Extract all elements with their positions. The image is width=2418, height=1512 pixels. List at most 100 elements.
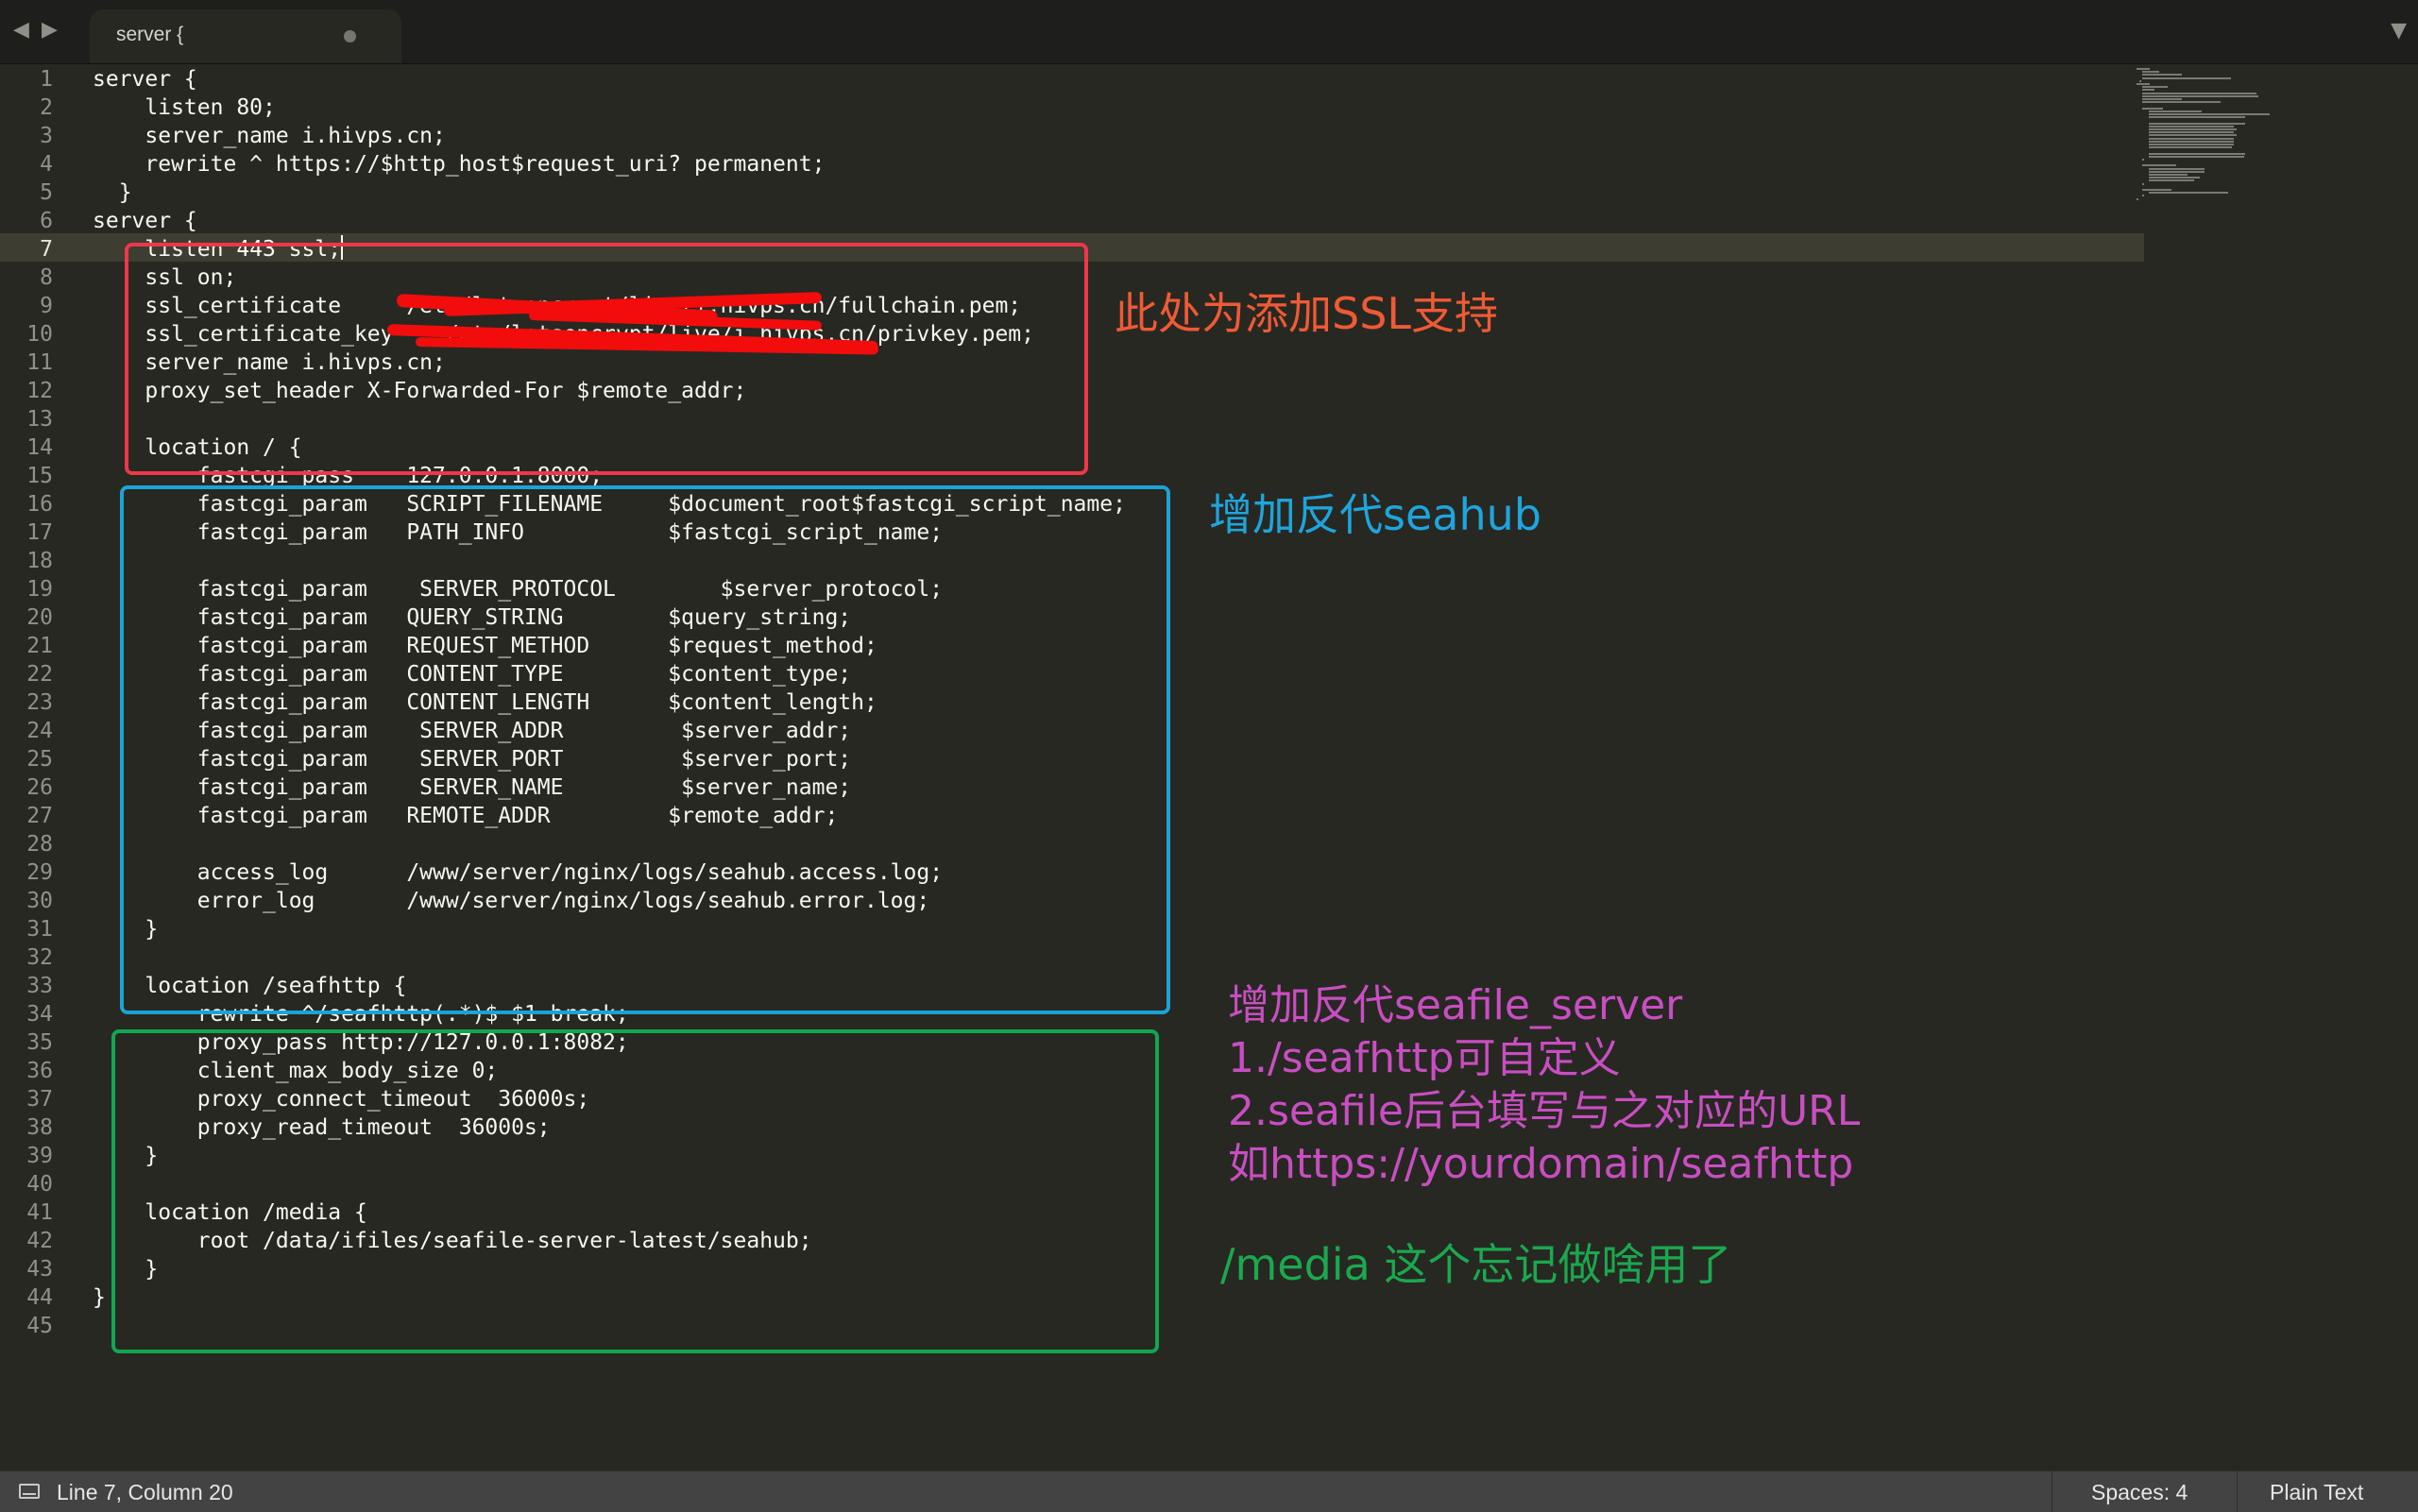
line-number: 41 <box>26 1200 53 1225</box>
indentation-selector[interactable]: Spaces: 4 <box>2091 1480 2188 1505</box>
line-number: 23 <box>26 690 53 715</box>
minimap-line <box>2137 197 2138 200</box>
line-number: 32 <box>26 945 53 970</box>
line-number: 35 <box>26 1030 53 1055</box>
line-number: 43 <box>26 1257 53 1282</box>
minimap-line <box>2148 137 2234 140</box>
tab-server[interactable]: server { <box>90 9 401 63</box>
seafile-annotation: 增加反代seafile_server 1./seafhttp可自定义 2.sea… <box>1228 979 1860 1191</box>
line-number: 44 <box>26 1285 53 1310</box>
line-number: 18 <box>26 549 53 573</box>
minimap-line <box>2148 152 2246 155</box>
minimap-line <box>2137 83 2151 85</box>
seafile-annotation-line: 1./seafhttp可自定义 <box>1228 1034 1621 1082</box>
line-number: 9 <box>40 294 53 318</box>
cursor-position: Line 7, Column 20 <box>57 1480 233 1504</box>
seahub-annotation-text: 增加反代seahub <box>1209 489 1541 540</box>
line-number: 22 <box>26 662 53 687</box>
line-number: 34 <box>26 1002 53 1027</box>
line-number: 28 <box>26 832 53 857</box>
seafile-annotation-box <box>111 1029 1159 1353</box>
minimap-line <box>2148 177 2200 179</box>
minimap[interactable] <box>2137 68 2307 257</box>
code-line: } <box>93 180 132 205</box>
minimap-line <box>2148 170 2205 173</box>
minimap-line <box>2142 101 2222 104</box>
seafile-annotation-line: 如https://yourdomain/seafhttp <box>1228 1140 1854 1188</box>
media-annotation-text: /media 这个忘记做啥用了 <box>1220 1239 1732 1290</box>
line-number: 33 <box>26 974 53 998</box>
minimap-line <box>2148 167 2205 170</box>
line-number: 42 <box>26 1229 53 1253</box>
minimap-line <box>2148 131 2234 134</box>
minimap-line <box>2148 128 2238 130</box>
line-number: 6 <box>40 209 53 233</box>
line-number: 26 <box>26 775 53 800</box>
minimap-line <box>2142 107 2163 110</box>
line-number: 3 <box>40 124 53 148</box>
unsaved-dot-icon[interactable] <box>344 30 356 42</box>
code-line: rewrite ^ https://$http_host$request_uri… <box>93 152 826 177</box>
back-arrow-icon[interactable]: ◀ <box>13 19 29 42</box>
tab-menu-icon[interactable]: ▼ <box>2391 19 2407 42</box>
minimap-line <box>2148 125 2234 127</box>
line-number: 24 <box>26 719 53 743</box>
minimap-line <box>2142 92 2256 94</box>
minimap-line <box>2142 164 2177 167</box>
line-number: 2 <box>40 95 53 120</box>
line-number: 16 <box>26 492 53 517</box>
code-line: server_name i.hivps.cn; <box>93 124 446 148</box>
code-line: server { <box>93 67 197 92</box>
line-number: 36 <box>26 1059 53 1083</box>
seafile-annotation-line: 2.seafile后台填写与之对应的URL <box>1228 1087 1861 1135</box>
code-line: listen 80; <box>93 95 276 120</box>
minimap-line <box>2148 110 2202 112</box>
line-number: 7 <box>40 237 53 262</box>
status-divider <box>2237 1471 2238 1512</box>
minimap-line <box>2148 144 2234 145</box>
line-number: 8 <box>40 265 53 290</box>
line-number: 11 <box>26 350 53 375</box>
code-line: server { <box>93 209 197 233</box>
minimap-line <box>2148 113 2270 115</box>
minimap-line <box>2142 182 2145 185</box>
line-number: 25 <box>26 747 53 772</box>
line-number: 12 <box>26 379 53 403</box>
minimap-line <box>2142 98 2182 100</box>
tab-bar: ◀ ▶ server { ▼ <box>0 0 2418 64</box>
line-number: 15 <box>26 464 53 488</box>
seafile-annotation-line: 增加反代seafile_server <box>1228 981 1683 1029</box>
line-number-gutter: 1 2 3 4 5 6 7 8 9 10 11 12 13 14 15 16 17 18 19 20 21 22 23 24 2… <box>0 63 76 1470</box>
minimap-line <box>2142 89 2154 92</box>
minimap-line <box>2139 79 2141 82</box>
line-number: 10 <box>26 322 53 347</box>
ssl-annotation-text: 此处为添加SSL支持 <box>1115 288 1499 339</box>
syntax-selector[interactable]: Plain Text <box>2270 1480 2363 1505</box>
line-number: 20 <box>26 605 53 630</box>
minimap-line <box>2148 192 2229 195</box>
line-number: 39 <box>26 1144 53 1168</box>
line-number: 37 <box>26 1087 53 1112</box>
editor-area[interactable]: 1 2 3 4 5 6 7 8 9 10 11 12 13 14 15 16 17 18 19 20 21 22 23 24 2… <box>0 63 2418 1470</box>
status-bar: Line 7, Column 20 Spaces: 4 Plain Text <box>0 1470 2418 1512</box>
line-number: 30 <box>26 889 53 913</box>
minimap-line <box>2148 179 2195 182</box>
minimap-line <box>2148 155 2244 158</box>
minimap-line <box>2148 174 2188 176</box>
minimap-line <box>2148 146 2232 149</box>
panel-toggle-icon[interactable] <box>19 1484 40 1499</box>
minimap-line <box>2142 189 2171 191</box>
line-number: 17 <box>26 520 53 545</box>
minimap-line <box>2148 134 2238 137</box>
ssl-annotation-box <box>125 243 1088 475</box>
minimap-line <box>2148 116 2246 119</box>
line-number: 1 <box>40 67 53 92</box>
line-number: 38 <box>26 1115 53 1140</box>
forward-arrow-icon[interactable]: ▶ <box>42 19 58 42</box>
line-number: 40 <box>26 1172 53 1197</box>
minimap-line <box>2148 122 2246 125</box>
line-number: 21 <box>26 634 53 658</box>
minimap-line <box>2142 159 2145 161</box>
seahub-annotation-box <box>120 485 1170 1014</box>
line-number: 4 <box>40 152 53 177</box>
